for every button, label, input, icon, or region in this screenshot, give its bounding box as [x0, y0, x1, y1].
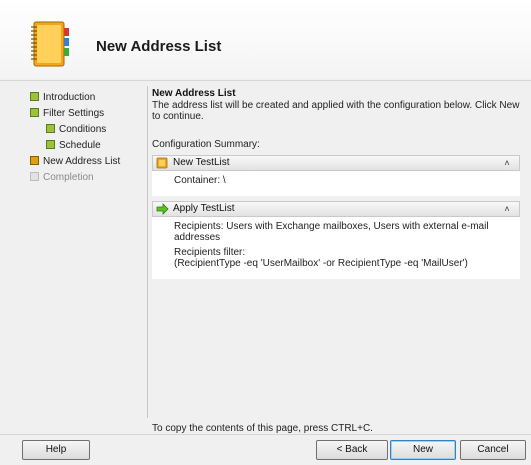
- step-label: Filter Settings: [43, 108, 105, 119]
- step-current-icon: [30, 156, 39, 165]
- page-description: The address list will be created and app…: [152, 100, 520, 122]
- cancel-button[interactable]: Cancel: [460, 440, 526, 460]
- summary-label: Configuration Summary:: [152, 139, 260, 150]
- section-line: Container: \: [174, 175, 226, 186]
- collapse-icon[interactable]: ˄: [501, 157, 513, 169]
- copy-hint: To copy the contents of this page, press…: [152, 423, 373, 434]
- step-done-icon: [46, 124, 55, 133]
- section-title: New TestList: [173, 157, 230, 168]
- step-conditions: Conditions: [30, 122, 145, 138]
- step-label: Introduction: [43, 92, 96, 103]
- step-pending-icon: [30, 172, 39, 181]
- address-book-icon: [31, 21, 69, 67]
- new-button[interactable]: New: [390, 440, 456, 460]
- step-label: New Address List: [43, 156, 121, 167]
- step-introduction: Introduction: [30, 90, 145, 106]
- step-done-icon: [46, 140, 55, 149]
- page-title: New Address List: [152, 88, 236, 99]
- step-label: Completion: [43, 172, 94, 183]
- step-filter-settings: Filter Settings: [30, 106, 145, 122]
- step-new-address-list: New Address List: [30, 154, 145, 170]
- collapse-icon[interactable]: ˄: [501, 203, 513, 215]
- section-title: Apply TestList: [173, 203, 235, 214]
- section-body: Recipients: Users with Exchange mailboxe…: [152, 217, 520, 279]
- step-schedule: Schedule: [30, 138, 145, 154]
- step-label: Schedule: [59, 140, 101, 151]
- step-done-icon: [30, 108, 39, 117]
- section-line: Recipients: Users with Exchange mailboxe…: [174, 221, 489, 243]
- address-list-icon: [156, 157, 168, 169]
- section-header-apply-testlist[interactable]: Apply TestList ˄: [152, 201, 520, 217]
- section-body: Container: \: [152, 171, 520, 196]
- section-line: Recipients filter:: [174, 247, 246, 258]
- back-button[interactable]: < Back: [316, 440, 388, 460]
- footer-divider: [0, 434, 531, 435]
- nav-divider: [147, 86, 148, 418]
- wizard-title: New Address List: [96, 38, 222, 55]
- content-pane: New Address List The address list will b…: [152, 88, 520, 279]
- green-arrow-icon: [156, 203, 169, 215]
- wizard-window: New Address List Introduction Filter Set…: [0, 0, 531, 465]
- help-button[interactable]: Help: [22, 440, 90, 460]
- section-line: (RecipientType -eq 'UserMailbox' -or Rec…: [174, 258, 468, 269]
- step-done-icon: [30, 92, 39, 101]
- step-completion: Completion: [30, 170, 145, 186]
- wizard-steps-nav: Introduction Filter Settings Conditions …: [30, 90, 145, 186]
- step-label: Conditions: [59, 124, 107, 135]
- section-header-new-testlist[interactable]: New TestList ˄: [152, 155, 520, 171]
- wizard-header: New Address List: [0, 0, 531, 78]
- header-divider: [0, 80, 531, 81]
